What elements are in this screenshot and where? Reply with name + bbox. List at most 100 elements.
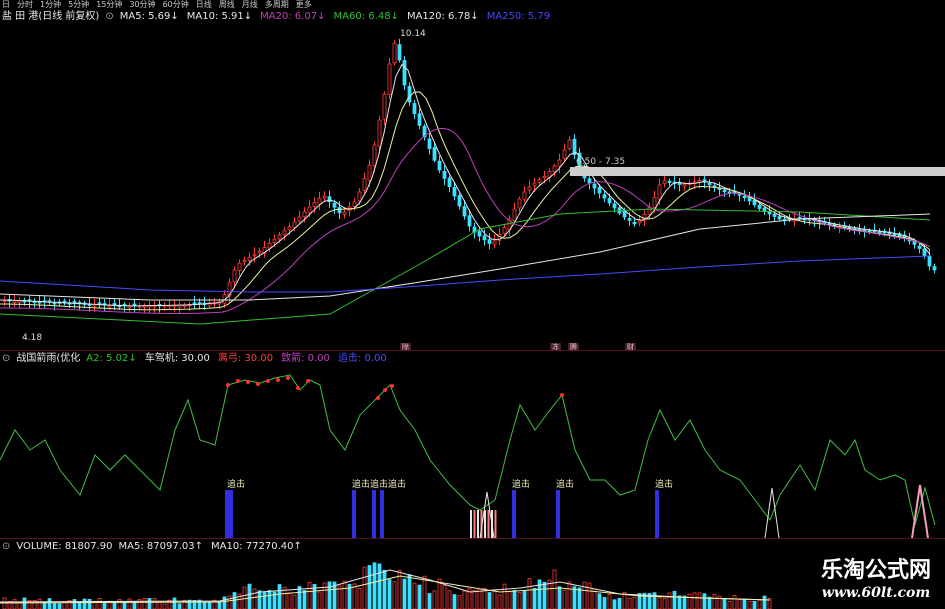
volume-bar [527, 578, 532, 609]
volume-chart[interactable] [0, 552, 945, 609]
volume-bar [147, 598, 152, 609]
volume-bar [87, 598, 92, 609]
period-tab[interactable]: 30分钟 [129, 0, 155, 10]
signal-blip [764, 487, 780, 538]
volume-bar [427, 593, 432, 609]
indicator-value: 车驾机: 30.00 [144, 353, 210, 364]
volume-bar [287, 592, 292, 609]
volume-bar [537, 579, 542, 609]
period-tab-bar: 日分时 1分钟 5分钟 15分钟 30分钟 60分钟 日线 周线 月线 多周期 更多 [0, 0, 312, 10]
volume-bar [477, 588, 482, 609]
volume-bar [117, 599, 122, 609]
candle-body [267, 242, 272, 249]
signal-dot [286, 376, 290, 380]
volume-bar [517, 592, 522, 609]
volume-bar [172, 597, 177, 609]
signal-dot [246, 380, 250, 384]
candle-body [662, 180, 667, 185]
volume-bar [742, 598, 747, 609]
candle-body [627, 217, 632, 221]
candle-body [377, 119, 382, 147]
volume-bar [317, 591, 322, 609]
candle-body [412, 103, 417, 115]
volume-bar [362, 566, 367, 609]
candle-body [467, 215, 472, 227]
indicator-value: 追击: 0.00 [337, 353, 387, 364]
volume-bar [267, 590, 272, 609]
candlestick-chart[interactable] [0, 24, 945, 364]
pursuit-bar [372, 490, 376, 538]
watermark-url: www.60lt.com [821, 585, 931, 601]
volume-bar [412, 582, 417, 609]
pursuit-label: 追击 [352, 480, 371, 490]
candle-body [542, 175, 547, 179]
volume-bar [757, 599, 762, 609]
ma20-line [0, 127, 931, 314]
indicator-chart[interactable] [0, 366, 945, 538]
candle-body [602, 194, 607, 199]
pursuit-label: 追击 [227, 480, 246, 490]
period-tab[interactable]: 60分钟 [163, 0, 189, 10]
candle-body [277, 234, 282, 240]
a2-line [0, 374, 936, 526]
volume-bar [57, 603, 62, 609]
volume-bar [497, 594, 502, 609]
signal-dot [266, 379, 270, 383]
candle-body [917, 245, 922, 249]
pursuit-label: 追击 [388, 480, 407, 490]
volume-bar [202, 602, 207, 609]
candle-body [777, 216, 782, 220]
candle-body [292, 221, 297, 228]
candle-body [597, 187, 602, 194]
candle-body [607, 198, 612, 204]
period-tab[interactable]: 周线 [219, 0, 235, 10]
candle-body [537, 179, 542, 183]
candle-body [557, 159, 562, 167]
pursuit-label: 追击 [370, 480, 389, 490]
candle-body [637, 220, 642, 224]
candle-body [752, 199, 757, 206]
pursuit-bar [556, 490, 560, 538]
volume-bar [512, 589, 517, 609]
panel-divider [0, 538, 945, 539]
settings-icon[interactable]: ⊙ [2, 353, 10, 365]
signal-dot [376, 396, 380, 400]
candle-body [932, 266, 937, 271]
volume-bar [612, 599, 617, 609]
volume-bar [37, 598, 42, 609]
volume-bar [737, 599, 742, 609]
period-tab[interactable]: 多周期 [265, 0, 289, 10]
period-tab[interactable]: 5分钟 [68, 0, 89, 10]
volume-bar [567, 581, 572, 609]
price-chart-header: 盐 田 港(日线 前复权) ⊙ MA5: 5.69↓ MA10: 5.91↓ MA2… [0, 11, 550, 23]
period-tab[interactable]: 日线 [196, 0, 212, 10]
candle-body [312, 202, 317, 207]
period-tab[interactable]: 15分钟 [96, 0, 122, 10]
period-tab[interactable]: 分时 [17, 0, 33, 10]
volume-bar [487, 592, 492, 609]
candle-body [462, 206, 467, 217]
volume-bar [207, 602, 212, 609]
volume-bar [257, 590, 262, 609]
candle-body [767, 211, 772, 215]
signal-dot [383, 388, 387, 392]
settings-icon[interactable]: ⊙ [105, 11, 113, 23]
pursuit-bar [380, 490, 384, 538]
period-tab[interactable]: 1分钟 [40, 0, 61, 10]
volume-bar [262, 591, 267, 609]
volume-bar [222, 596, 227, 609]
volume-bar [162, 603, 167, 609]
period-tab[interactable]: 日 [2, 0, 10, 10]
candle-body [452, 187, 457, 197]
candle-body [757, 204, 762, 209]
candle-body [632, 221, 637, 225]
volume-bar [627, 597, 632, 609]
candle-body [287, 226, 292, 231]
period-tab[interactable]: 月线 [242, 0, 258, 10]
volume-bar [382, 569, 387, 609]
period-tab[interactable]: 更多 [296, 0, 312, 10]
signal-dot [306, 379, 310, 383]
candle-body [357, 191, 362, 202]
signal-hatch [477, 510, 479, 538]
volume-bar [247, 583, 252, 609]
